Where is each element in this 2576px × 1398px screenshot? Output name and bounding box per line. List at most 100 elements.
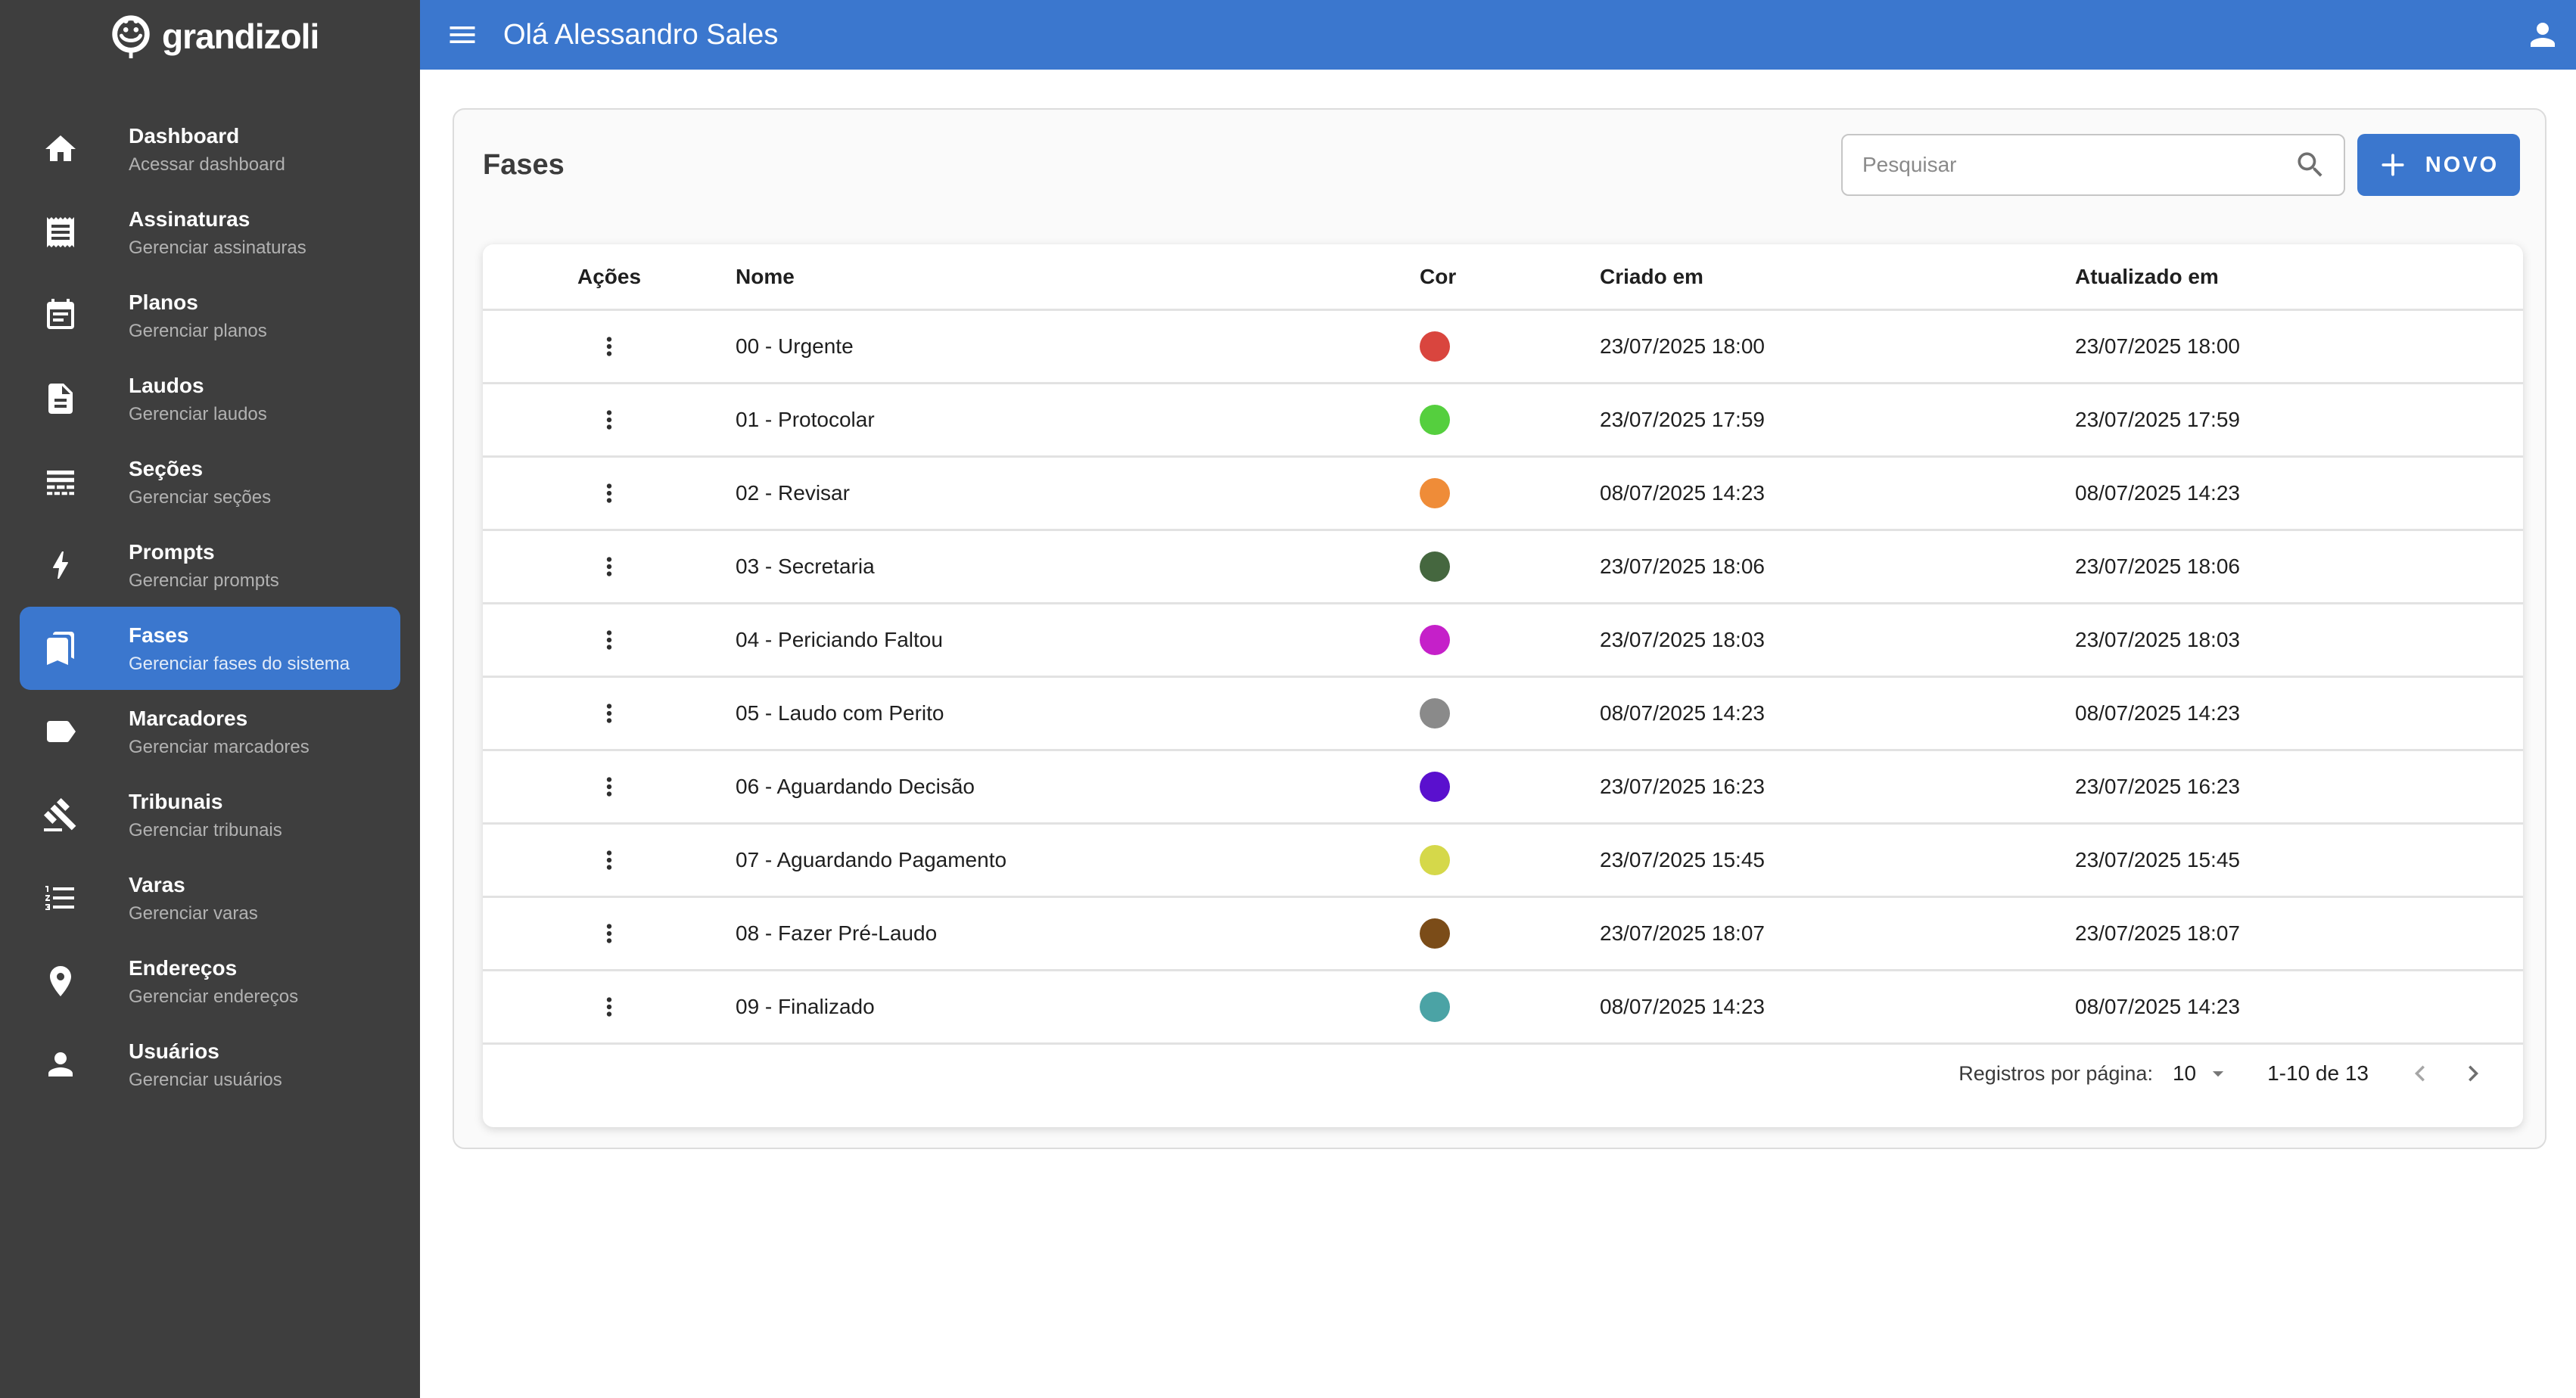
next-page-button[interactable] xyxy=(2455,1055,2491,1092)
sidebar-item-text: Dashboard Acessar dashboard xyxy=(129,123,285,176)
row-color-cell xyxy=(1420,478,1600,508)
kebab-menu-icon xyxy=(595,405,624,434)
kebab-menu-icon xyxy=(595,626,624,654)
table-row: 05 - Laudo com Perito 08/07/2025 14:23 08/… xyxy=(483,676,2523,749)
new-button[interactable]: NOVO xyxy=(2357,134,2520,196)
column-header-criado-em: Criado em xyxy=(1600,264,1703,288)
table-row: 07 - Aguardando Pagamento 23/07/2025 15:4… xyxy=(483,822,2523,896)
sidebar-item-sublabel: Gerenciar assinaturas xyxy=(129,237,306,258)
row-actions-button[interactable] xyxy=(585,689,633,738)
kebab-menu-icon xyxy=(595,479,624,508)
brand-logo: grandizoli xyxy=(0,0,420,73)
row-actions-button[interactable] xyxy=(585,396,633,444)
rows-per-page-select[interactable]: 10 xyxy=(2173,1061,2231,1086)
color-dot xyxy=(1420,331,1450,362)
sidebar-item-planos[interactable]: Planos Gerenciar planos xyxy=(20,274,400,357)
sidebar-item-sublabel: Acessar dashboard xyxy=(129,154,285,175)
user-menu-button[interactable] xyxy=(2523,15,2562,54)
sidebar-item-laudos[interactable]: Laudos Gerenciar laudos xyxy=(20,357,400,440)
numbered-list-icon xyxy=(42,880,79,916)
row-name: 04 - Periciando Faltou xyxy=(736,628,943,651)
row-color-cell xyxy=(1420,992,1600,1022)
previous-page-button[interactable] xyxy=(2402,1055,2438,1092)
row-actions-cell xyxy=(483,616,736,664)
row-actions-button[interactable] xyxy=(585,909,633,958)
sidebar-item-sublabel: Gerenciar marcadores xyxy=(129,736,310,757)
row-actions-button[interactable] xyxy=(585,983,633,1031)
sidebar-item-text: Fases Gerenciar fases do sistema xyxy=(129,622,350,676)
mascot-logo-icon xyxy=(107,13,154,60)
table-row: 00 - Urgente 23/07/2025 18:00 23/07/2025 1… xyxy=(483,309,2523,382)
column-header-cor: Cor xyxy=(1420,264,1457,288)
row-actions-cell xyxy=(483,469,736,517)
sidebar-item-label: Seções xyxy=(129,456,204,480)
card-header: Fases NOVO xyxy=(483,110,2520,220)
row-created-at: 23/07/2025 16:23 xyxy=(1600,775,1765,798)
sidebar-item-label: Prompts xyxy=(129,539,215,564)
row-name: 01 - Protocolar xyxy=(736,408,875,431)
table-header-row: Ações Nome Cor Criado em Atualizado em xyxy=(483,244,2523,309)
brand-name: grandizoli xyxy=(162,17,319,56)
row-created-at: 23/07/2025 15:45 xyxy=(1600,848,1765,871)
sidebar-item-enderecos[interactable]: Endereços Gerenciar endereços xyxy=(20,940,400,1023)
row-updated-at: 23/07/2025 18:06 xyxy=(2075,555,2240,578)
sidebar-item-sublabel: Gerenciar laudos xyxy=(129,403,267,424)
location-pin-icon xyxy=(42,963,79,999)
sidebar-item-usuarios[interactable]: Usuários Gerenciar usuários xyxy=(20,1023,400,1106)
kebab-menu-icon xyxy=(595,919,624,948)
sidebar-item-label: Varas xyxy=(129,872,185,896)
row-name: 03 - Secretaria xyxy=(736,555,875,578)
table-row: 01 - Protocolar 23/07/2025 17:59 23/07/202… xyxy=(483,382,2523,455)
row-created-at: 23/07/2025 18:06 xyxy=(1600,555,1765,578)
row-actions-button[interactable] xyxy=(585,542,633,591)
sidebar-item-sublabel: Gerenciar fases do sistema xyxy=(129,653,350,674)
row-created-at: 23/07/2025 18:00 xyxy=(1600,334,1765,358)
sidebar-item-assinaturas[interactable]: Assinaturas Gerenciar assinaturas xyxy=(20,191,400,274)
sidebar-item-dashboard[interactable]: Dashboard Acessar dashboard xyxy=(20,107,400,191)
table-row: 06 - Aguardando Decisão 23/07/2025 16:23 2… xyxy=(483,749,2523,822)
row-name: 02 - Revisar xyxy=(736,481,850,505)
sidebar-item-text: Varas Gerenciar varas xyxy=(129,871,258,925)
sidebar-item-varas[interactable]: Varas Gerenciar varas xyxy=(20,856,400,940)
row-actions-cell xyxy=(483,836,736,884)
sidebar-item-label: Planos xyxy=(129,290,198,314)
sidebar-menu: Dashboard Acessar dashboard Assinaturas Ger… xyxy=(0,107,420,1106)
table-row: 04 - Periciando Faltou 23/07/2025 18:03 23… xyxy=(483,602,2523,676)
sidebar-item-prompts[interactable]: Prompts Gerenciar prompts xyxy=(20,523,400,607)
row-actions-cell xyxy=(483,322,736,371)
sidebar-item-sublabel: Gerenciar prompts xyxy=(129,570,279,591)
sidebar-item-label: Dashboard xyxy=(129,123,240,148)
row-actions-button[interactable] xyxy=(585,763,633,811)
sidebar-item-sublabel: Gerenciar planos xyxy=(129,320,267,341)
row-created-at: 08/07/2025 14:23 xyxy=(1600,995,1765,1018)
menu-button[interactable] xyxy=(444,17,481,53)
row-created-at: 23/07/2025 17:59 xyxy=(1600,408,1765,431)
sidebar-item-tribunais[interactable]: Tribunais Gerenciar tribunais xyxy=(20,773,400,856)
sections-icon xyxy=(42,464,79,500)
row-actions-button[interactable] xyxy=(585,616,633,664)
row-actions-button[interactable] xyxy=(585,836,633,884)
new-button-label: NOVO xyxy=(2425,152,2500,177)
row-actions-button[interactable] xyxy=(585,469,633,517)
search-input[interactable] xyxy=(1862,153,2294,177)
search-icon[interactable] xyxy=(2294,148,2327,182)
kebab-menu-icon xyxy=(595,993,624,1021)
sidebar-item-text: Planos Gerenciar planos xyxy=(129,289,267,343)
row-created-at: 23/07/2025 18:03 xyxy=(1600,628,1765,651)
sidebar-item-secoes[interactable]: Seções Gerenciar seções xyxy=(20,440,400,523)
chevron-right-icon xyxy=(2457,1058,2489,1089)
hamburger-icon xyxy=(446,18,479,51)
sidebar-item-label: Endereços xyxy=(129,955,238,980)
sidebar-item-fases[interactable]: Fases Gerenciar fases do sistema xyxy=(20,607,400,690)
topbar-greeting: Olá Alessandro Sales xyxy=(503,18,779,51)
color-dot xyxy=(1420,625,1450,655)
sidebar-item-text: Assinaturas Gerenciar assinaturas xyxy=(129,206,306,259)
page-title: Fases xyxy=(483,148,565,181)
document-icon xyxy=(42,381,79,417)
fases-table: Ações Nome Cor Criado em Atualizado em 0… xyxy=(483,244,2523,1127)
sidebar-item-marcadores[interactable]: Marcadores Gerenciar marcadores xyxy=(20,690,400,773)
kebab-menu-icon xyxy=(595,846,624,875)
row-actions-button[interactable] xyxy=(585,322,633,371)
row-color-cell xyxy=(1420,551,1600,582)
column-header-acoes: Ações xyxy=(577,264,642,288)
